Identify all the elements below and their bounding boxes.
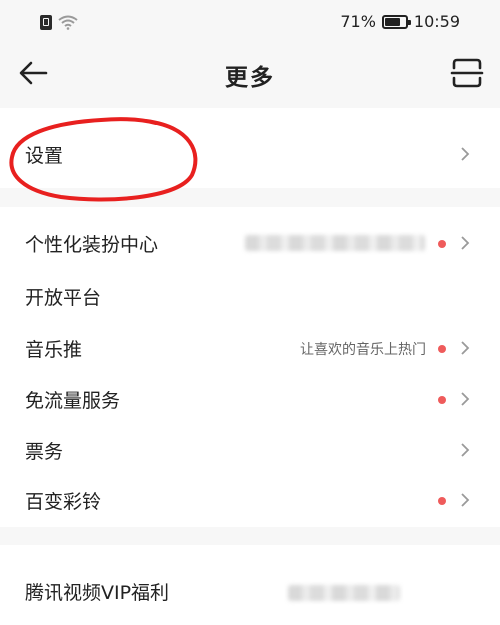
- menu-group: 个性化装扮中心 开放平台 音乐推 让喜欢的音乐上热门 免流量服务 票务 百变彩铃: [0, 207, 500, 527]
- list-item-label: 百变彩铃: [25, 491, 102, 513]
- status-left: [40, 14, 78, 30]
- notification-dot: [438, 240, 446, 248]
- list-item-label: 腾讯视频VIP福利: [25, 582, 170, 604]
- list-item-open-platform[interactable]: 开放平台: [0, 270, 500, 322]
- list-item-music-promo[interactable]: 音乐推 让喜欢的音乐上热门: [0, 322, 500, 374]
- notification-dot: [438, 396, 446, 404]
- notification-dot: [438, 497, 446, 505]
- list-item-label: 个性化装扮中心: [25, 234, 159, 256]
- list-item-ringtone[interactable]: 百变彩铃: [0, 474, 500, 526]
- scan-icon[interactable]: [450, 56, 484, 90]
- wifi-icon: [58, 15, 78, 30]
- chevron-right-icon: [461, 236, 470, 250]
- chevron-right-icon: [461, 147, 470, 161]
- list-item-personalization[interactable]: 个性化装扮中心: [0, 217, 500, 269]
- battery-percent: 71%: [340, 12, 376, 31]
- battery-icon: [381, 14, 411, 29]
- list-item-hint: 让喜欢的音乐上热门: [300, 342, 426, 358]
- settings-row[interactable]: 设置: [0, 128, 500, 180]
- notification-dot: [438, 345, 446, 353]
- chevron-right-icon: [461, 443, 470, 457]
- list-item-label: 票务: [25, 441, 64, 463]
- sim-card-icon: [40, 14, 52, 30]
- list-item-video-vip[interactable]: 腾讯视频VIP福利: [0, 565, 500, 617]
- settings-group: 设置: [0, 108, 500, 188]
- page-title: 更多: [225, 65, 275, 91]
- list-item-free-data[interactable]: 免流量服务: [0, 373, 500, 425]
- nav-bar: 更多: [0, 44, 500, 102]
- chevron-right-icon: [461, 341, 470, 355]
- list-item-label: 音乐推: [25, 339, 83, 361]
- redacted-text: [288, 585, 400, 601]
- redacted-text: [245, 235, 425, 251]
- list-item-label: 免流量服务: [25, 390, 121, 412]
- list-item-label: 开放平台: [25, 287, 102, 309]
- status-bar: 71% 10:59: [0, 0, 500, 44]
- clock: 10:59: [413, 12, 460, 31]
- chevron-right-icon: [461, 392, 470, 406]
- bonus-group: 腾讯视频VIP福利: [0, 545, 500, 625]
- chevron-right-icon: [461, 493, 470, 507]
- status-right: 71% 10:59: [340, 12, 460, 31]
- settings-label: 设置: [25, 145, 64, 167]
- list-item-tickets[interactable]: 票务: [0, 424, 500, 476]
